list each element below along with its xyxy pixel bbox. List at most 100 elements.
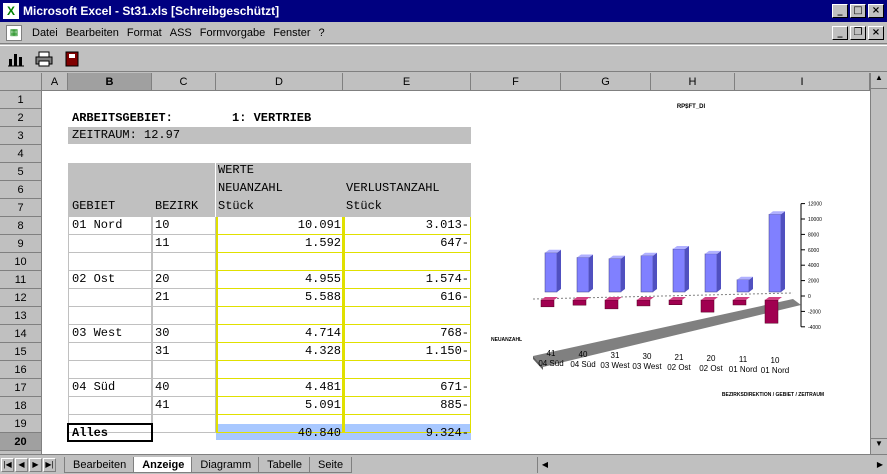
print-icon[interactable] [32, 48, 56, 70]
select-all-corner[interactable] [0, 73, 42, 91]
row-header-5[interactable]: 5 [0, 163, 42, 181]
excel-app-icon[interactable]: X [3, 3, 19, 19]
bar-verlustanzahl-top [765, 297, 782, 300]
row-header-18[interactable]: 18 [0, 397, 42, 415]
y-tick-label: 8000 [808, 232, 819, 238]
row-header-19[interactable]: 19 [0, 415, 42, 433]
row-header-2[interactable]: 2 [0, 109, 42, 127]
menu-format[interactable]: Format [123, 27, 166, 39]
y-tick-label: -2000 [808, 309, 821, 315]
menu-help[interactable]: ? [314, 27, 328, 39]
bar-verlustanzahl [636, 299, 651, 307]
row-header-8[interactable]: 8 [0, 217, 42, 235]
bezirk-cell: 21 [155, 290, 170, 304]
menu-fenster[interactable]: Fenster [269, 27, 314, 39]
scroll-down-icon[interactable]: ▼ [871, 438, 887, 454]
col-header-i[interactable]: I [735, 73, 870, 91]
row-header-10[interactable]: 10 [0, 253, 42, 271]
report-title-label: ARBEITSGEBIET: [72, 111, 173, 125]
close-button[interactable]: × [868, 4, 884, 18]
next-sheet-icon[interactable]: ▶ [29, 457, 42, 472]
window-title: Microsoft Excel - St31.xls [Schreibgesch… [23, 4, 280, 18]
vertical-scrollbar[interactable]: ▲ ▼ [870, 73, 887, 454]
bar-neuanzahl-side [589, 254, 593, 292]
neuanzahl-cell: 5.091 [304, 398, 341, 412]
menu-formvorgabe[interactable]: Formvorgabe [196, 27, 269, 39]
menu-bearbeiten[interactable]: Bearbeiten [62, 27, 123, 39]
worksheet[interactable]: A B C D E F G H I 1 2 3 4 5 6 7 8 9 10 11 12 13 14 15 1… [0, 73, 887, 454]
x-category-label: 21 02 Ost [667, 353, 691, 372]
menu-ass[interactable]: ASS [166, 27, 196, 39]
bar-neuanzahl [672, 248, 686, 293]
x-category-label: 10 01 Nord [761, 356, 789, 375]
row-header-1[interactable]: 1 [0, 91, 42, 109]
horizontal-scrollbar[interactable]: ◀ ▶ [537, 456, 887, 473]
exit-icon[interactable] [60, 48, 84, 70]
bar-verlustanzahl [540, 299, 555, 308]
row-header-7[interactable]: 7 [0, 199, 42, 217]
gebiet-cell: 03 West [72, 326, 123, 340]
doc-close-button[interactable]: × [868, 25, 884, 40]
row-header-16[interactable]: 16 [0, 361, 42, 379]
bar-verlustanzahl-top [541, 297, 558, 300]
total-verlust: 9.324- [425, 426, 469, 440]
col-header-f[interactable]: F [471, 73, 561, 91]
sheet-tab-bar: |◀ ◀ ▶ ▶| Bearbeiten Anzeige Diagramm Ta… [0, 454, 887, 474]
chart-icon[interactable] [4, 48, 28, 70]
col-header-c[interactable]: C [152, 73, 216, 91]
row-header-11[interactable]: 11 [0, 271, 42, 289]
scroll-left-icon[interactable]: ◀ [538, 460, 552, 469]
grid-cell-border [343, 361, 471, 379]
header-verlustanzahl: VERLUSTANZAHL [346, 181, 440, 195]
row-header-4[interactable]: 4 [0, 145, 42, 163]
prev-sheet-icon[interactable]: ◀ [15, 457, 28, 472]
tab-seite[interactable]: Seite [309, 456, 353, 473]
bar-neuanzahl [736, 279, 750, 293]
row-header-9[interactable]: 9 [0, 235, 42, 253]
row-header-14[interactable]: 14 [0, 325, 42, 343]
y-tick-label: 6000 [808, 248, 819, 254]
tab-bearbeiten[interactable]: Bearbeiten [64, 456, 136, 473]
bar-neuanzahl [544, 252, 558, 293]
row-header-6[interactable]: 6 [0, 181, 42, 199]
scroll-right-icon[interactable]: ▶ [873, 460, 887, 469]
grid-cell-border [152, 253, 216, 271]
row-header-3[interactable]: 3 [0, 127, 42, 145]
y-tick-label: -4000 [808, 325, 821, 331]
last-sheet-icon[interactable]: ▶| [43, 457, 56, 472]
minimize-button[interactable]: _ [832, 4, 848, 18]
bezirk-cell: 11 [155, 236, 170, 250]
col-header-e[interactable]: E [343, 73, 471, 91]
tab-tabelle[interactable]: Tabelle [258, 456, 311, 473]
first-sheet-icon[interactable]: |◀ [1, 457, 14, 472]
col-header-a[interactable]: A [42, 73, 68, 91]
doc-restore-button[interactable]: ❐ [850, 25, 866, 40]
maximize-button[interactable]: □ [850, 4, 866, 18]
grid-cell-border [68, 235, 152, 253]
workbook-icon[interactable]: ▦ [6, 24, 22, 41]
menu-datei[interactable]: Datei [28, 27, 62, 39]
col-header-g[interactable]: G [561, 73, 651, 91]
row-header-20[interactable]: 20 [0, 433, 42, 451]
chart-baseline [532, 292, 794, 300]
neuanzahl-cell: 4.955 [304, 272, 341, 286]
grid-cell-border [216, 307, 343, 325]
bar-verlustanzahl [604, 299, 619, 310]
doc-minimize-button[interactable]: _ [832, 25, 848, 40]
chart-floor [533, 299, 801, 367]
col-header-d[interactable]: D [216, 73, 343, 91]
scroll-up-icon[interactable]: ▲ [871, 73, 887, 89]
row-header-13[interactable]: 13 [0, 307, 42, 325]
tab-anzeige[interactable]: Anzeige [133, 456, 194, 473]
tab-diagramm[interactable]: Diagramm [191, 456, 261, 473]
row-header-17[interactable]: 17 [0, 379, 42, 397]
col-header-h[interactable]: H [651, 73, 735, 91]
row-header-12[interactable]: 12 [0, 289, 42, 307]
bar-verlustanzahl-top [605, 297, 622, 300]
neuanzahl-cell: 4.328 [304, 344, 341, 358]
grid-cell-border [152, 307, 216, 325]
row-header-15[interactable]: 15 [0, 343, 42, 361]
grid-cell-border [216, 253, 343, 271]
col-header-b[interactable]: B [68, 73, 152, 91]
embedded-3d-chart[interactable]: RP$FT_DI 12000 10000 8000 6000 4000 2000 0 -2000… [471, 91, 870, 454]
